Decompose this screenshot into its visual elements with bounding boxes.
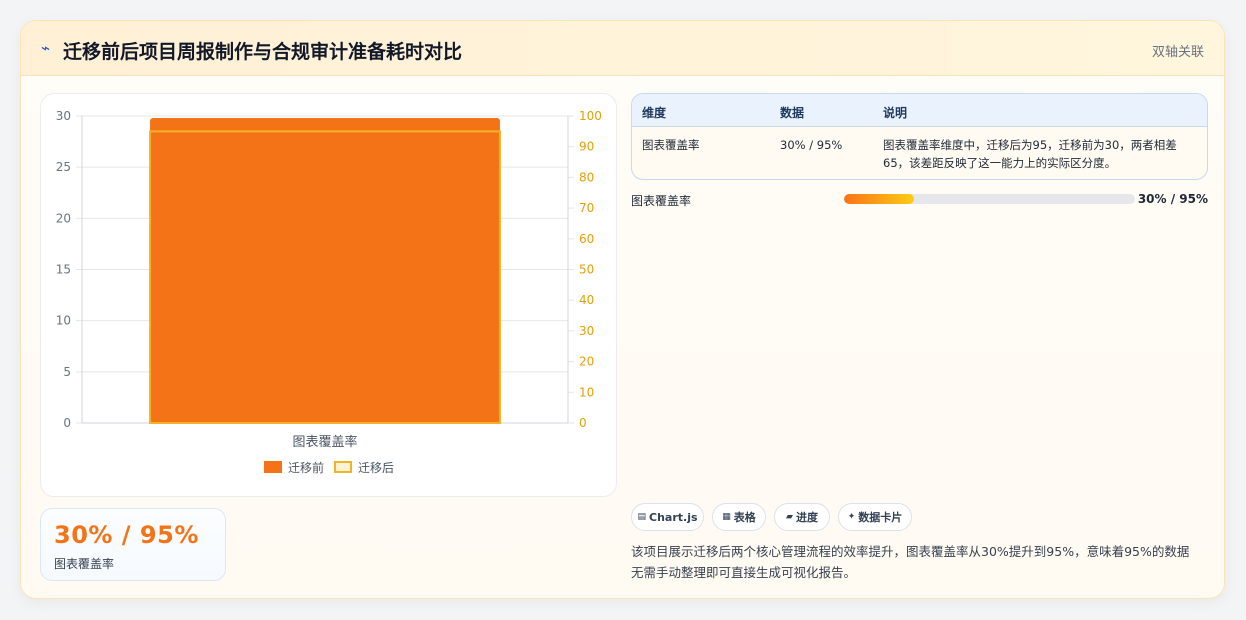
table-header: 维度 数据 说明 [632,94,1207,127]
cell-description-line2: 65，该差距反映了这一能力上的实际区分度。 [883,156,1117,170]
stat-card: 30% / 95% 图表覆盖率 [40,508,226,581]
progress-fill [844,194,914,204]
comparison-card: ⌁ 迁移前后项目周报制作与合规审计准备耗时对比 双轴关联 0 5 10 15 20 25 3… [20,20,1225,599]
chart-panel: 0 5 10 15 20 25 30 0 10 20 30 40 50 60 70 80 90 100 图表覆盖率迁… [40,93,617,497]
legend-swatch [334,461,352,473]
page-title: 迁移前后项目周报制作与合规审计准备耗时对比 [63,41,463,63]
y-left-tick-label: 5 [63,365,71,379]
bar-chart: 0510152025300102030405060708090100图表覆盖率迁… [56,109,602,475]
y-left-tick-label: 15 [56,263,71,277]
summary-line-2: 无需手动整理即可直接生成可视化报告。 [631,565,857,580]
pill-label: 表格 [733,511,756,524]
legend-label: 迁移前 [288,460,324,475]
y-right-tick-label: 10 [579,385,594,399]
y-right-tick-label: 60 [579,232,594,246]
y-right-tick-label: 30 [579,324,594,338]
summary-text: 该项目展示迁移后两个核心管理流程的效率提升，图表覆盖率从30%提升到95%，意味… [631,541,1209,583]
y-right-tick-label: 100 [579,109,602,123]
y-right-tick-label: 40 [579,293,594,307]
sparkle-icon: ✦ [847,512,856,522]
chart-icon: ▤ [637,512,646,522]
bar-迁移前 [150,118,500,423]
progress-value: 30% / 95% [1137,192,1208,206]
column-header-description: 说明 [883,106,908,120]
progress-row: 图表覆盖率 30% / 95% [631,191,1208,209]
y-right-tick-label: 90 [579,140,594,154]
cell-data: 30% / 95% [780,138,843,152]
stat-value: 30% / 95% [54,521,199,549]
column-header-data: 数据 [780,106,805,120]
y-left-tick-label: 10 [56,314,71,328]
column-header-dimension: 维度 [642,106,667,120]
y-right-tick-label: 70 [579,201,594,215]
stat-label: 图表覆盖率 [54,557,115,571]
pill-data-card[interactable]: ✦ 数据卡片 [838,503,912,531]
y-right-tick-label: 80 [579,170,594,184]
progress-label: 图表覆盖率 [631,194,692,208]
y-left-tick-label: 0 [63,416,71,430]
dual-axis-tag: 双轴关联 [1151,45,1204,60]
pill-label: Chart.js [649,510,698,524]
data-table: 维度 数据 说明 图表覆盖率 30% / 95% 图表覆盖率维度中，迁移后为95… [631,93,1208,180]
cell-dimension: 图表覆盖率 [642,138,700,152]
pill-label: 数据卡片 [858,511,903,524]
cell-description-line1: 图表覆盖率维度中，迁移后为95，迁移前为30，两者相差 [883,138,1177,152]
y-left-tick-label: 20 [56,211,71,225]
progress-track [844,194,1135,204]
y-right-tick-label: 50 [579,263,594,277]
y-right-tick-label: 20 [579,355,594,369]
pill-table[interactable]: ▦ 表格 [712,503,766,531]
legend-label: 迁移后 [358,461,394,475]
card-header: ⌁ 迁移前后项目周报制作与合规审计准备耗时对比 双轴关联 [21,21,1224,76]
pill-progress[interactable]: ▰ 进度 [774,503,830,531]
summary-line-1: 该项目展示迁移后两个核心管理流程的效率提升，图表覆盖率从30%提升到95%，意味… [631,544,1190,559]
x-tick-label: 图表覆盖率 [292,434,357,450]
chart-trend-icon: ⌁ [41,39,51,57]
progress-icon: ▰ [786,512,793,522]
pill-label: 进度 [795,511,818,524]
y-right-tick-label: 0 [579,416,587,430]
legend-swatch [264,461,282,473]
pill-chartjs[interactable]: ▤ Chart.js [631,503,704,531]
y-left-tick-label: 30 [56,109,71,123]
y-left-tick-label: 25 [56,160,71,174]
table-icon: ▦ [722,512,731,522]
